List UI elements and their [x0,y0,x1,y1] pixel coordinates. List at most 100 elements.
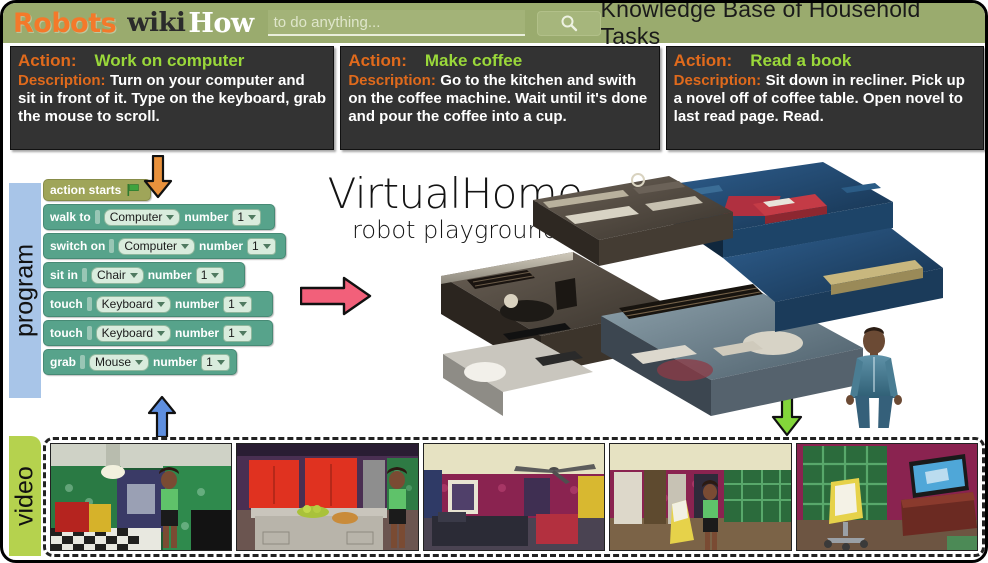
object-dropdown[interactable]: Computer [118,237,196,255]
object-dropdown[interactable]: Mouse [89,353,150,371]
block-step-5[interactable]: touch Keyboard number 1 [43,320,273,346]
number-dropdown-value: 1 [252,239,259,253]
block-notch [86,326,92,340]
side-label-program-text: program [10,243,39,338]
object-dropdown-value: Computer [124,239,178,253]
block-verb: sit in [50,268,79,282]
side-label-program: program [9,183,41,398]
block-action-starts-label: action starts [50,183,122,197]
search-icon [561,15,578,32]
block-notch [109,239,115,253]
logo-robots: Robots [13,7,117,39]
action-value: Read a book [750,51,852,70]
block-step-4[interactable]: touch Keyboard number 1 [43,291,273,317]
action-cards: Action: Work on computer Description: Tur… [10,46,985,150]
chevron-down-icon [157,330,166,336]
number-dropdown[interactable]: 1 [223,324,252,342]
apartment-3d-scene [423,158,983,428]
object-dropdown[interactable]: Computer [103,208,181,226]
number-dropdown[interactable]: 1 [247,237,276,255]
description-label: Description: [348,72,436,89]
block-verb: switch on [50,239,106,253]
chevron-down-icon [238,330,247,336]
video-frame-study-tv-chair[interactable] [795,443,979,551]
number-dropdown[interactable]: 1 [201,353,230,371]
block-notch [82,268,88,282]
chevron-down-icon [238,301,247,307]
number-dropdown[interactable]: 1 [195,266,225,284]
object-dropdown[interactable]: Keyboard [95,295,172,313]
number-word: number [199,239,244,253]
description-label: Description: [18,72,106,89]
poster-root: Robots wiki How to do anything... Knowle… [0,0,988,563]
object-dropdown-value: Chair [97,268,126,282]
number-dropdown[interactable]: 1 [223,295,252,313]
action-label: Action: [18,51,77,70]
chevron-down-icon [248,214,257,220]
chevron-down-icon [216,359,225,365]
pink-right-arrow [300,276,372,316]
action-card: Action: Work on computer Description: Tur… [10,46,335,150]
humanoid-agent [846,327,902,428]
page-title: Knowledge Base of Household Tasks [600,0,921,49]
block-notch [86,297,92,311]
green-flag-icon [127,184,140,196]
video-frame-bedroom-ceiling-fan[interactable] [422,443,606,551]
block-step-2[interactable]: switch on Computer number 1 [43,233,286,259]
chevron-down-icon [129,272,138,278]
chevron-down-icon [211,272,220,278]
block-notch [94,210,100,224]
blue-up-arrow [147,395,177,439]
video-frame-bedroom-wardrobe[interactable] [609,443,792,551]
side-label-video: video [9,436,41,556]
logo-how: How [188,7,254,39]
block-step-1[interactable]: walk to Computer number 1 [43,204,275,230]
description-label: Description: [673,72,762,89]
number-dropdown-value: 1 [206,355,213,369]
search-input[interactable]: to do anything... [267,10,526,36]
object-dropdown[interactable]: Keyboard [95,324,172,342]
block-verb: grab [50,355,77,369]
object-dropdown-value: Mouse [95,355,132,369]
side-label-video-text: video [10,466,39,526]
number-word: number [153,355,198,369]
number-dropdown-value: 1 [237,210,245,224]
block-step-3[interactable]: sit in Chair number 1 [43,262,245,288]
number-dropdown-value: 1 [200,268,208,282]
object-dropdown[interactable]: Chair [91,266,144,284]
block-verb: walk to [50,210,91,224]
action-value: Make coffee [424,51,523,70]
number-dropdown[interactable]: 1 [232,208,262,226]
number-word: number [175,297,220,311]
object-dropdown-value: Computer [109,210,163,224]
block-action-starts[interactable]: action starts [43,179,151,201]
chevron-down-icon [135,359,144,365]
program-block-stack: action starts walk to Computer number 1 … [43,179,293,399]
chevron-down-icon [157,301,166,307]
action-label: Action: [673,51,733,70]
action-label: Action: [348,51,407,70]
block-notch [80,355,86,369]
number-word: number [147,268,192,282]
action-card: Action: Read a book Description: Sit down… [665,46,985,150]
block-step-6[interactable]: grab Mouse number 1 [43,349,237,375]
search-button[interactable] [537,10,601,36]
chevron-down-icon [166,214,175,220]
block-verb: touch [50,297,83,311]
search-placeholder-text: to do anything... [273,13,381,31]
orange-down-arrow [143,155,173,199]
video-frame-bathroom-green[interactable] [50,443,233,551]
action-value: Work on computer [94,51,245,70]
number-word: number [175,326,220,340]
chevron-down-icon [262,243,271,249]
apartment-render [441,162,943,428]
video-frame-kitchen-red-cabinets[interactable] [236,443,419,551]
header-bar: Robots wiki How to do anything... Knowle… [3,3,985,49]
object-dropdown-value: Keyboard [101,297,154,311]
chevron-down-icon [181,243,190,249]
action-card: Action: Make coffee Description: Go to th… [340,46,660,150]
object-dropdown-value: Keyboard [101,326,154,340]
logo-wiki: wiki [127,8,186,38]
number-dropdown-value: 1 [228,326,235,340]
block-verb: touch [50,326,83,340]
